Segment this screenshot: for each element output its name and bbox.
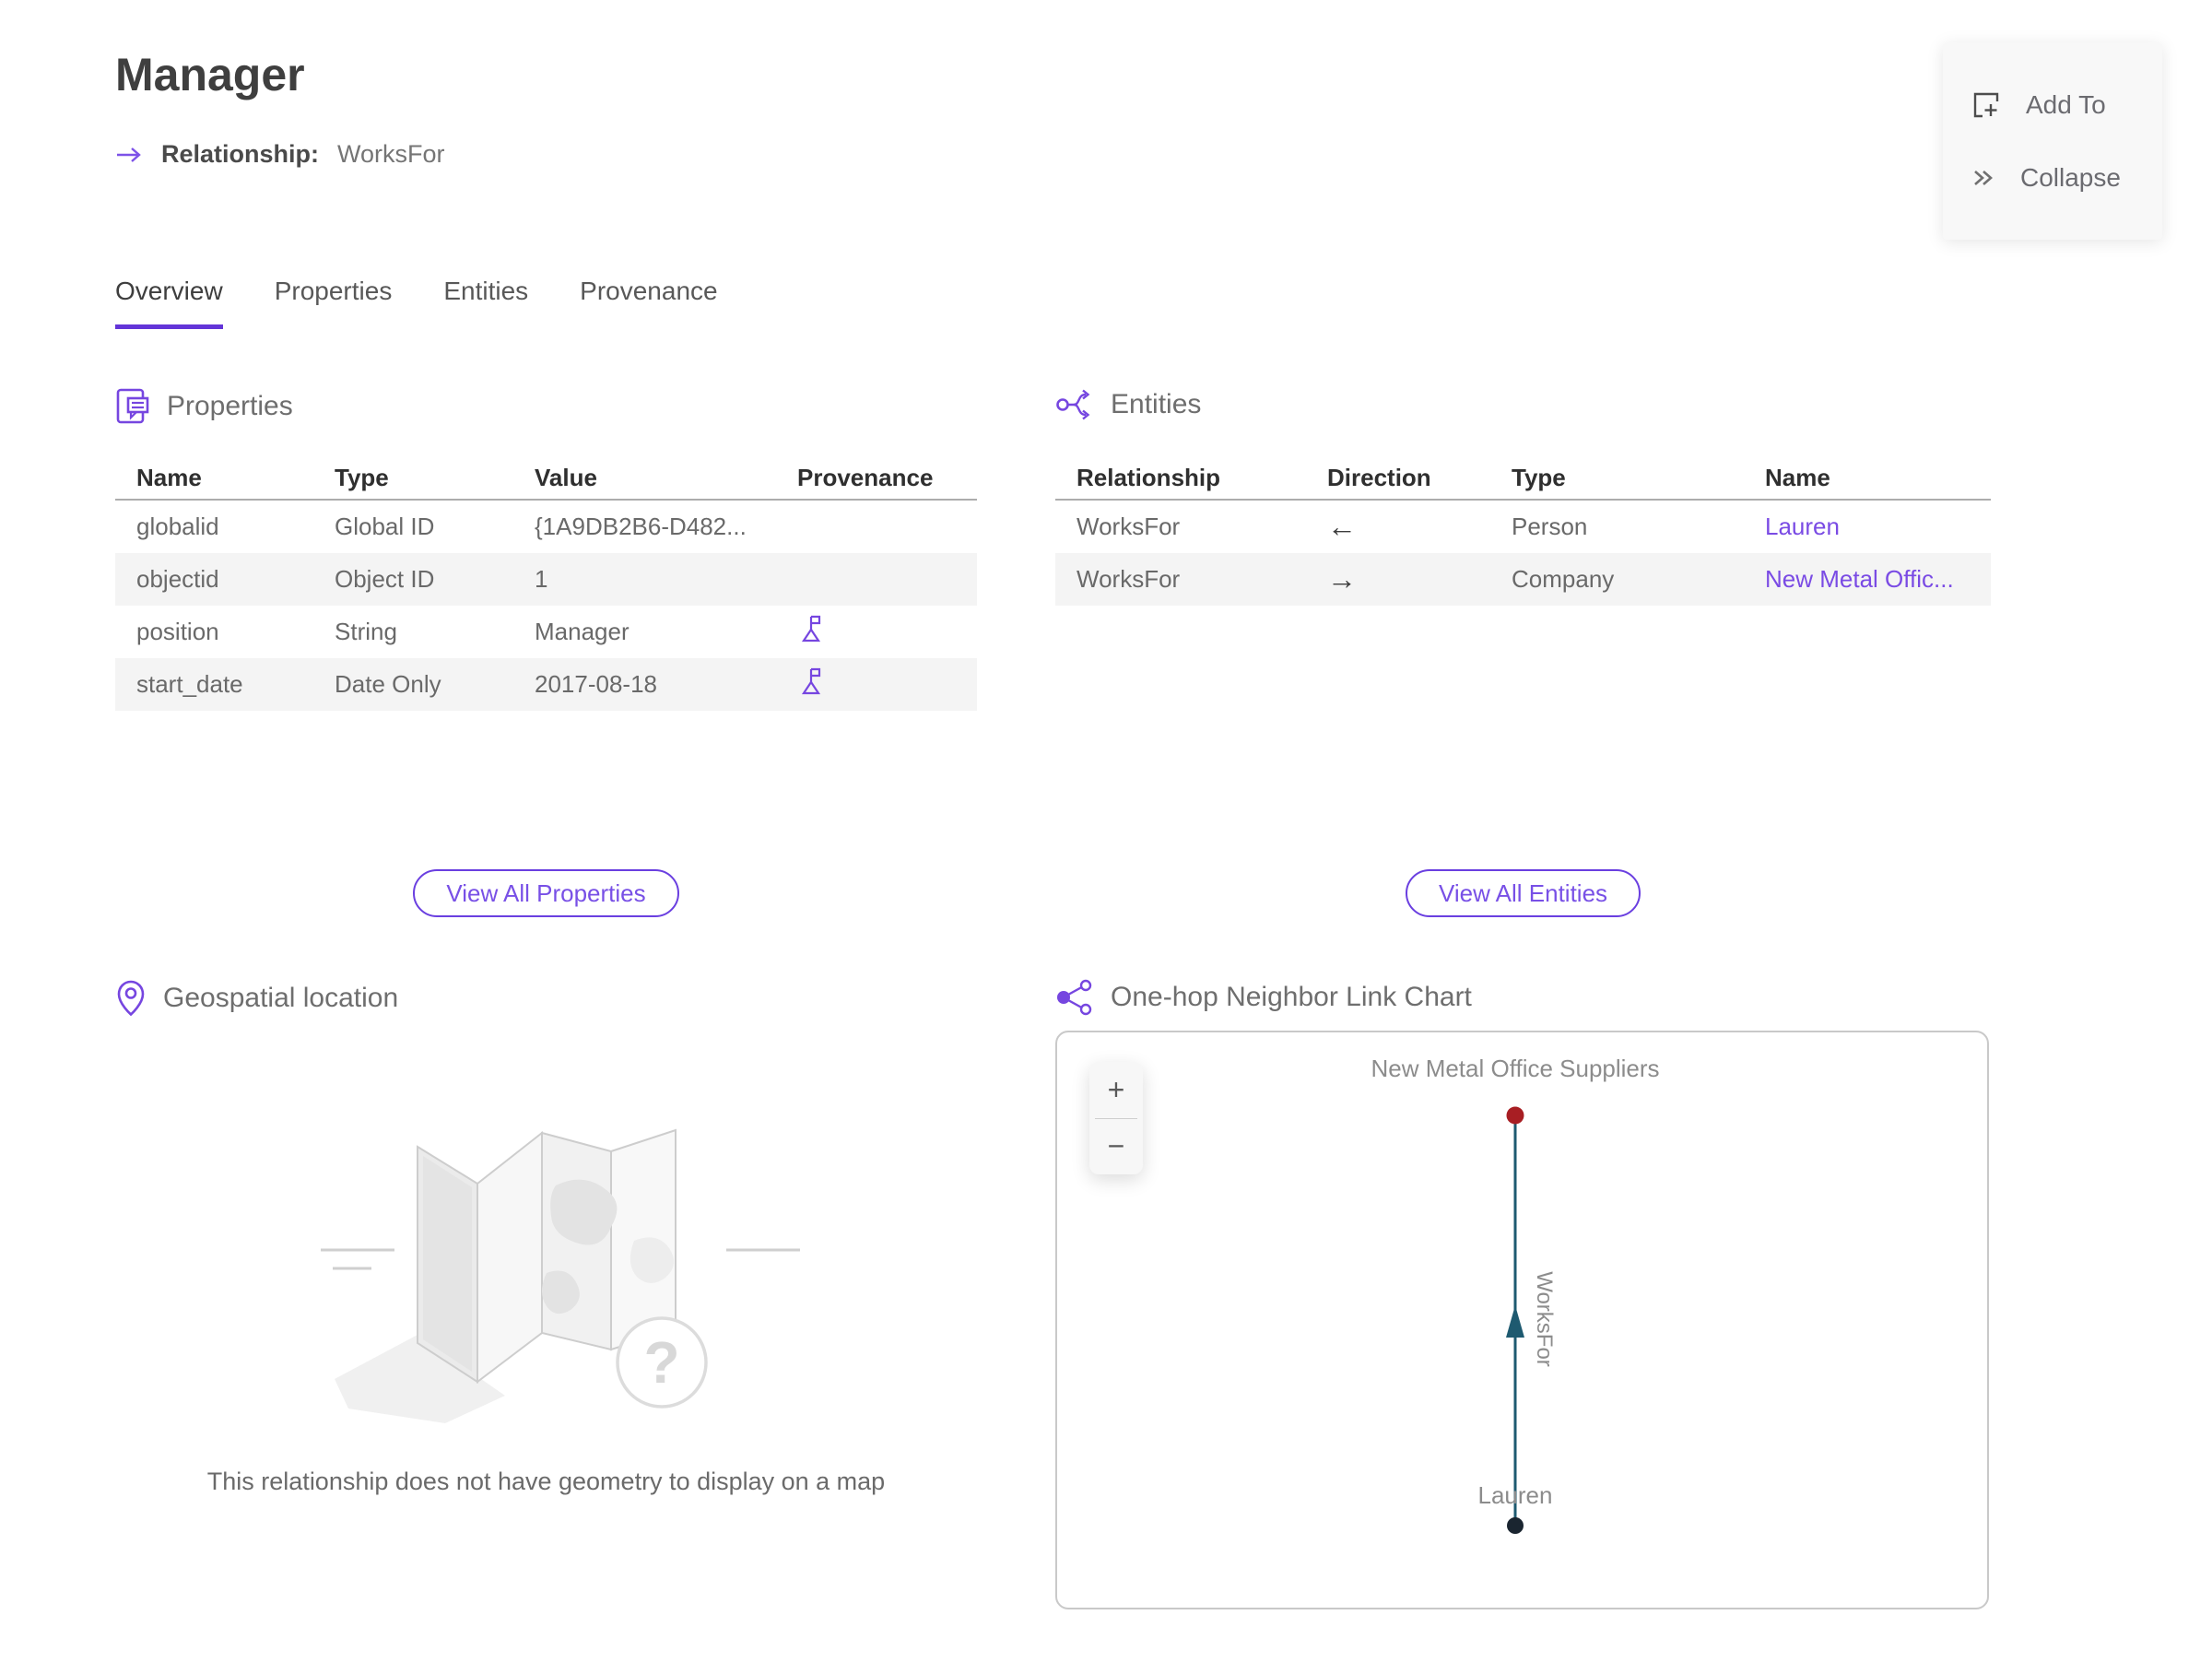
- table-row: objectid Object ID 1: [115, 553, 977, 606]
- relationship-subtitle: Relationship: WorksFor: [115, 140, 445, 169]
- entity-type: Person: [1512, 513, 1588, 540]
- actions-menu: Add To Collapse: [1943, 42, 2162, 240]
- map-placeholder-illustration: ?: [320, 1128, 800, 1423]
- relationship-arrow-icon: [117, 147, 141, 162]
- svg-text:?: ?: [643, 1329, 679, 1396]
- tab-overview[interactable]: Overview: [115, 277, 223, 329]
- properties-table-header: Name Type Value Provenance: [115, 456, 977, 501]
- map-placeholder: ?: [115, 1075, 977, 1448]
- bottom-node-label: Lauren: [1478, 1481, 1553, 1509]
- direction-arrow-icon: →: [1327, 562, 1357, 595]
- relationship-value: WorksFor: [337, 140, 445, 168]
- col-type: Type: [1512, 463, 1566, 491]
- prop-type: Object ID: [335, 565, 435, 593]
- link-chart-icon: [1057, 979, 1092, 1016]
- geospatial-section-title: Geospatial location: [163, 983, 399, 1013]
- entity-relationship: WorksFor: [1077, 513, 1181, 540]
- properties-section-title: Properties: [167, 391, 293, 421]
- table-row: start_date Date Only 2017-08-18: [115, 658, 977, 711]
- tab-properties[interactable]: Properties: [275, 277, 393, 329]
- add-to-label: Add To: [2026, 90, 2106, 119]
- table-row: WorksFor ← Person Lauren: [1055, 501, 1991, 553]
- view-all-entities-button[interactable]: View All Entities: [1405, 869, 1641, 917]
- zoom-control: + −: [1089, 1062, 1143, 1174]
- tab-entities[interactable]: Entities: [443, 277, 528, 329]
- provenance-flag-icon[interactable]: [797, 614, 823, 643]
- entities-table: Relationship Direction Type Name WorksFo…: [1055, 456, 1991, 606]
- table-row: globalid Global ID {1A9DB2B6-D482...: [115, 501, 977, 553]
- entities-section-title: Entities: [1111, 389, 1202, 419]
- properties-section-header: Properties: [115, 387, 293, 426]
- edge-arrowhead-icon: [1506, 1305, 1524, 1338]
- prop-type: Global ID: [335, 513, 435, 540]
- view-all-properties-button[interactable]: View All Properties: [413, 869, 679, 917]
- properties-table: Name Type Value Provenance globalid Glob…: [115, 456, 977, 711]
- provenance-flag-icon[interactable]: [797, 666, 823, 696]
- bottom-node-circle[interactable]: [1507, 1517, 1524, 1534]
- zoom-out-button[interactable]: −: [1089, 1119, 1143, 1175]
- add-to-icon: [1973, 92, 1999, 118]
- add-to-button[interactable]: Add To: [1943, 84, 2162, 126]
- properties-icon: [116, 388, 149, 424]
- view-all-properties-wrap: View All Properties: [115, 869, 977, 917]
- link-chart-canvas[interactable]: WorksFor New Metal Office Suppliers Laur…: [1055, 1031, 1989, 1609]
- entity-type: Company: [1512, 565, 1615, 593]
- col-value: Value: [535, 463, 597, 491]
- top-node-label: New Metal Office Suppliers: [1371, 1055, 1659, 1082]
- no-geometry-message: This relationship does not have geometry…: [206, 1468, 886, 1495]
- col-name: Name: [136, 463, 202, 491]
- prop-name: globalid: [136, 513, 219, 540]
- entity-name-link[interactable]: Lauren: [1744, 513, 1991, 541]
- prop-type: String: [335, 618, 397, 645]
- col-direction: Direction: [1327, 463, 1431, 491]
- entity-relationship: WorksFor: [1077, 565, 1181, 593]
- col-relationship: Relationship: [1077, 463, 1221, 491]
- entity-name-link[interactable]: New Metal Offic...: [1744, 565, 1991, 594]
- direction-arrow-icon: ←: [1327, 510, 1357, 543]
- entities-table-header: Relationship Direction Type Name: [1055, 456, 1991, 501]
- prop-type: Date Only: [335, 670, 441, 698]
- view-all-entities-wrap: View All Entities: [1055, 869, 1991, 917]
- prop-value: 2017-08-18: [535, 670, 657, 698]
- location-pin-icon: [117, 980, 145, 1017]
- top-node-circle[interactable]: [1506, 1106, 1524, 1125]
- prop-provenance: [776, 614, 977, 650]
- col-name: Name: [1765, 463, 1830, 491]
- table-row: position String Manager: [115, 606, 977, 658]
- col-type: Type: [335, 463, 389, 491]
- geospatial-section-header: Geospatial location: [115, 979, 398, 1018]
- prop-value: 1: [535, 565, 548, 593]
- relationship-detail-page: Manager Relationship: WorksFor Add To Co…: [0, 0, 2212, 1674]
- col-provenance: Provenance: [797, 463, 934, 491]
- entities-icon: [1056, 389, 1090, 420]
- edge-label: WorksFor: [1532, 1271, 1557, 1367]
- collapse-label: Collapse: [2020, 163, 2121, 192]
- collapse-button[interactable]: Collapse: [1943, 158, 2162, 198]
- entities-section-header: Entities: [1055, 387, 1201, 422]
- prop-value: Manager: [535, 618, 629, 645]
- collapse-chevrons-icon: [1974, 171, 1993, 185]
- link-chart-section-header: One-hop Neighbor Link Chart: [1055, 979, 1472, 1016]
- link-chart-graph: WorksFor New Metal Office Suppliers Laur…: [1371, 1055, 1660, 1534]
- relationship-label: Relationship:: [161, 140, 320, 168]
- prop-name: objectid: [136, 565, 219, 593]
- link-chart-section-title: One-hop Neighbor Link Chart: [1111, 982, 1472, 1012]
- prop-name: start_date: [136, 670, 243, 698]
- prop-value: {1A9DB2B6-D482...: [535, 513, 747, 540]
- tab-bar: Overview Properties Entities Provenance: [115, 277, 718, 329]
- zoom-in-button[interactable]: +: [1089, 1062, 1143, 1118]
- table-row: WorksFor → Company New Metal Offic...: [1055, 553, 1991, 606]
- prop-provenance: [776, 666, 977, 702]
- prop-name: position: [136, 618, 219, 645]
- page-title: Manager: [115, 49, 305, 100]
- tab-provenance[interactable]: Provenance: [580, 277, 717, 329]
